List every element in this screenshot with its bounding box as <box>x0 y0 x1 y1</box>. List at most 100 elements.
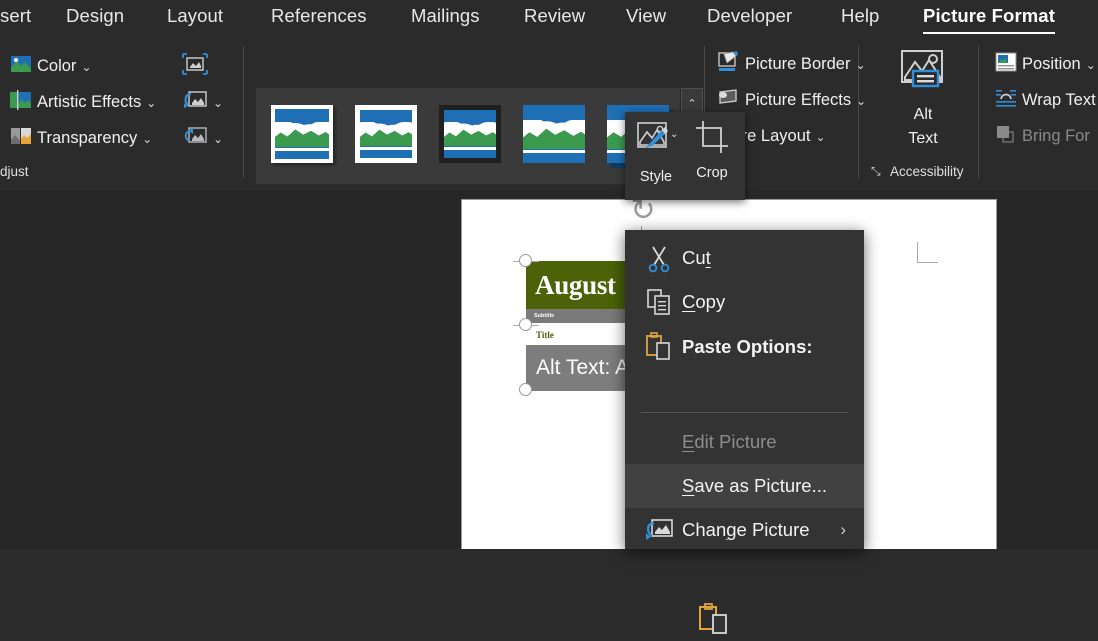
thumb-scene <box>360 110 412 158</box>
transparency-icon <box>10 126 32 151</box>
keep-source-formatting-icon[interactable] <box>697 602 731 636</box>
resize-handle-bottom-left[interactable] <box>519 383 532 396</box>
tab-references[interactable]: References <box>271 5 367 27</box>
text-boundary-marker-icon <box>917 242 938 263</box>
menu-item-save-as-picture[interactable]: Save as Picture... <box>625 464 864 508</box>
group-separator-accessibility <box>978 46 979 178</box>
bring-forward-icon <box>995 124 1017 149</box>
picture-style-option-4[interactable] <box>523 105 585 163</box>
reset-picture-icon <box>182 125 208 152</box>
artistic-effects-icon <box>10 89 32 115</box>
picture-style-option-3[interactable] <box>439 105 501 163</box>
tab-view-label: View <box>626 5 667 26</box>
picture-style-icon: ⌄ <box>634 120 678 163</box>
picture-styles-gallery[interactable] <box>256 88 680 184</box>
submenu-arrow-icon: › <box>840 520 846 539</box>
menu-item-change-picture[interactable]: Change Picture › <box>625 508 864 552</box>
picture-border-label: Picture Border <box>745 54 851 73</box>
picture-border-button[interactable]: Picture Border ⌄ <box>714 50 868 78</box>
picture-heading: August <box>535 269 616 300</box>
tab-picture-format[interactable]: Picture Format <box>923 5 1055 34</box>
chevron-down-icon: ⌄ <box>856 94 867 108</box>
chevron-down-icon: ⌄ <box>213 96 224 110</box>
thumb-scene <box>523 105 585 163</box>
crop-icon <box>695 120 729 159</box>
thumb-scene <box>444 110 496 158</box>
picture-effects-button[interactable]: Picture Effects ⌄ <box>714 86 868 114</box>
menu-item-edit-picture: Edit Picture <box>625 420 864 464</box>
tab-picture-format-label: Picture Format <box>923 5 1055 26</box>
menu-item-paste-options: Paste Options: <box>625 325 864 369</box>
position-label: Position <box>1022 54 1081 73</box>
copy-icon <box>644 287 674 317</box>
tab-mailings-label: Mailings <box>411 5 480 26</box>
tab-help[interactable]: Help <box>841 5 879 27</box>
alt-text-button[interactable]: Alt Text <box>888 48 958 158</box>
picture-style-thumbnail <box>271 105 333 163</box>
tab-insert[interactable]: sert <box>0 5 31 27</box>
bring-forward-button: Bring For <box>993 122 1092 150</box>
picture-style-option-1[interactable] <box>271 105 333 163</box>
tab-design-label: Design <box>66 5 125 26</box>
resize-handle-middle-left[interactable] <box>519 318 532 331</box>
group-label-adjust: djust <box>0 164 29 179</box>
svg-text:⌄: ⌄ <box>670 129 678 140</box>
menu-item-change-picture-label: Change Picture <box>682 519 810 540</box>
chevron-down-icon: ⌄ <box>81 60 92 74</box>
menu-item-paste-options-label: Paste Options: <box>682 336 813 357</box>
water-shape <box>444 149 496 158</box>
chevron-down-icon: ⌄ <box>142 132 153 146</box>
menu-item-copy-label: Copy <box>682 291 726 312</box>
group-label-accessibility: Accessibility <box>890 164 964 179</box>
word-window: sert Design Layout References Mailings R… <box>0 0 1098 634</box>
menu-item-cut[interactable]: Cut <box>625 236 864 280</box>
group-separator-adjust <box>243 46 244 178</box>
change-picture-ribbon-button[interactable]: ⌄ <box>180 88 225 116</box>
compress-pictures-icon <box>182 52 208 80</box>
menu-item-edit-picture-label: Edit Picture <box>682 431 777 452</box>
bring-forward-label: Bring For <box>1022 126 1090 145</box>
tab-references-label: References <box>271 5 367 26</box>
thumb-scene <box>275 109 329 159</box>
picture-style-option-2[interactable] <box>355 105 417 163</box>
tab-help-label: Help <box>841 5 880 26</box>
menu-separator <box>641 412 848 413</box>
tab-view[interactable]: View <box>626 5 666 27</box>
transparency-button[interactable]: Transparency ⌄ <box>8 124 154 152</box>
mini-style-label: Style <box>639 169 673 185</box>
chevron-down-icon: ⌄ <box>855 58 866 72</box>
alt-text-label-line2: Text <box>908 130 938 147</box>
artistic-effects-button[interactable]: Artistic Effects ⌄ <box>8 88 158 116</box>
menu-item-copy[interactable]: Copy <box>625 280 864 324</box>
transparency-label: Transparency <box>37 128 138 147</box>
tab-developer[interactable]: Developer <box>707 5 792 27</box>
accessibility-dialog-launcher-icon[interactable]: ⤡ <box>871 164 881 179</box>
chevron-down-icon: ⌄ <box>146 96 157 110</box>
alt-text-icon <box>895 48 951 101</box>
color-button-label: Color <box>37 56 77 75</box>
color-button[interactable]: Color ⌄ <box>8 52 94 80</box>
mini-style-button[interactable]: ⌄ Style <box>629 120 683 194</box>
change-picture-icon <box>182 89 208 116</box>
water-shape <box>360 149 412 158</box>
tab-mailings[interactable]: Mailings <box>411 5 480 27</box>
picture-effects-icon <box>716 87 740 114</box>
tab-layout[interactable]: Layout <box>167 5 223 27</box>
water-shape <box>275 150 329 159</box>
position-button[interactable]: Position ⌄ <box>993 50 1098 78</box>
reset-picture-button[interactable]: ⌄ <box>180 124 225 152</box>
mini-crop-label: Crop <box>696 165 728 181</box>
tab-design[interactable]: Design <box>66 5 124 27</box>
tab-insert-label: sert <box>0 5 32 26</box>
picture-context-menu: Cut Copy Paste Options: Edit Picture Sav… <box>625 230 864 634</box>
wrap-text-button[interactable]: Wrap Text <box>993 86 1098 114</box>
resize-handle-top-left[interactable] <box>519 254 532 267</box>
artistic-effects-label: Artistic Effects <box>37 92 142 111</box>
chevron-down-icon: ⌄ <box>213 132 224 146</box>
chevron-down-icon: ⌄ <box>815 130 826 144</box>
water-shape <box>523 153 585 163</box>
tab-layout-label: Layout <box>167 5 224 26</box>
mini-crop-button[interactable]: Crop <box>685 120 739 194</box>
tab-review[interactable]: Review <box>524 5 585 27</box>
compress-pictures-button[interactable] <box>180 52 210 80</box>
